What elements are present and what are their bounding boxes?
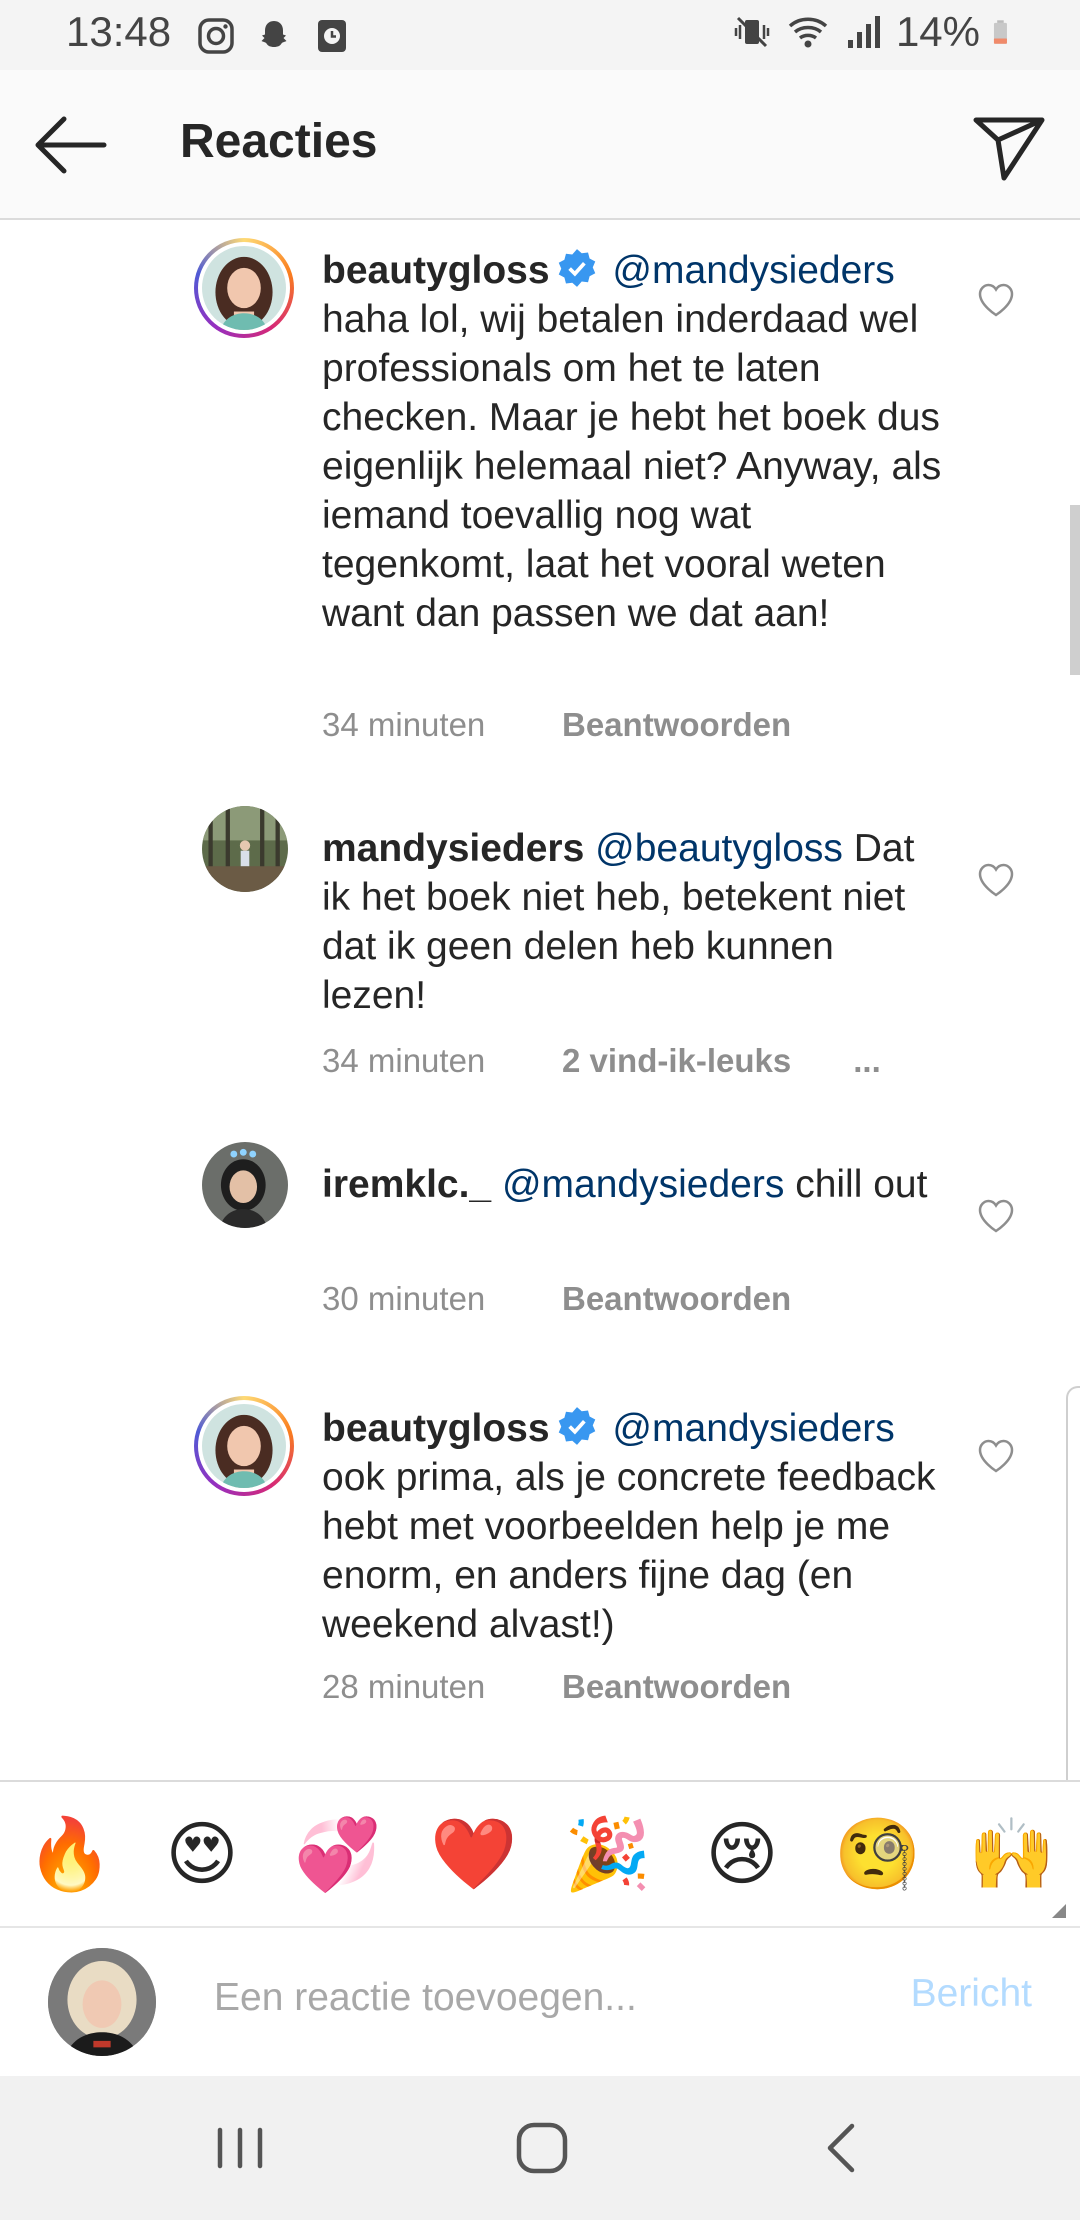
reply-button[interactable]: Beantwoorden xyxy=(562,706,791,744)
comment-text: beautygloss @mandysieders ook prima, als… xyxy=(322,1404,942,1649)
comment-time: 34 minuten xyxy=(322,1042,486,1079)
likes-count[interactable]: 2 vind-ik-leuks xyxy=(562,1042,791,1080)
heart-icon[interactable] xyxy=(976,860,1016,900)
resize-corner-icon xyxy=(1052,1904,1066,1918)
scrollbar[interactable] xyxy=(1070,505,1080,675)
avatar[interactable] xyxy=(202,806,288,892)
comment-mention[interactable]: @mandysieders xyxy=(612,1407,894,1450)
signal-icon xyxy=(847,16,880,48)
profile-photo xyxy=(48,1948,156,2056)
comment-meta: 28 minuten Beantwoorden xyxy=(322,1668,791,1706)
instagram-icon xyxy=(198,18,234,54)
emoji-fire-button[interactable]: 🔥 xyxy=(26,1812,113,1896)
comment-time: 34 minuten xyxy=(322,706,486,743)
comment-username[interactable]: iremklc._ xyxy=(322,1163,491,1206)
emoji-two-hearts-button[interactable]: 💞 xyxy=(294,1812,381,1896)
comment-mention[interactable]: @mandysieders xyxy=(612,249,894,292)
comment-message: chill out xyxy=(795,1163,928,1206)
mute-vibrate-icon xyxy=(734,16,770,48)
comment-text: iremklc._ @mandysieders chill out xyxy=(322,1160,942,1209)
screen: 13:48 14% Reacties beautygloss @mandysie… xyxy=(0,0,1080,2220)
comment-time: 30 minuten xyxy=(322,1280,486,1317)
profile-photo xyxy=(202,1404,286,1488)
page-title: Reacties xyxy=(180,115,378,168)
comment-mention[interactable]: @mandysieders xyxy=(502,1163,784,1206)
comment-meta: 30 minuten Beantwoorden xyxy=(322,1280,791,1318)
verified-badge-icon xyxy=(558,1407,595,1445)
comment-meta: 34 minuten Beantwoorden xyxy=(322,706,791,744)
emoji-party-popper-button[interactable]: 🎉 xyxy=(564,1812,651,1896)
emoji-red-heart-button[interactable]: ❤️ xyxy=(430,1812,517,1896)
emoji-heart-eyes-button[interactable]: 😍 xyxy=(160,1812,244,1896)
comment-meta: 34 minuten 2 vind-ik-leuks ... xyxy=(322,1042,881,1080)
status-notification-icons xyxy=(196,16,352,56)
comment-mention[interactable]: @beautygloss xyxy=(595,827,843,870)
more-options-button[interactable]: ... xyxy=(853,1042,881,1080)
post-button[interactable]: Bericht xyxy=(911,1972,1032,2016)
comment-text: beautygloss @mandysieders haha lol, wij … xyxy=(322,246,942,638)
battery-icon xyxy=(993,20,1007,44)
status-bar: 13:48 14% xyxy=(0,0,1080,70)
comment-input[interactable] xyxy=(214,1968,854,2028)
emoji-raised-hands-button[interactable]: 🙌 xyxy=(968,1812,1055,1896)
comments-list[interactable]: beautygloss @mandysieders haha lol, wij … xyxy=(0,220,1080,1780)
profile-photo xyxy=(202,806,288,892)
battery-percentage: 14% xyxy=(895,8,980,55)
verified-badge-icon xyxy=(558,249,595,287)
back-icon[interactable] xyxy=(808,2112,880,2184)
scroll-handle[interactable] xyxy=(1066,1386,1080,1800)
comment-time: 28 minuten xyxy=(322,1668,486,1705)
snapchat-icon xyxy=(261,21,287,47)
comment-message: haha lol, wij betalen inderdaad wel prof… xyxy=(322,298,942,635)
recent-apps-icon[interactable] xyxy=(204,2112,276,2184)
heart-icon[interactable] xyxy=(976,280,1016,320)
comment-composer: Bericht xyxy=(0,1926,1080,2078)
avatar[interactable] xyxy=(194,1396,294,1496)
emoji-quick-bar: 🔥 😍 💞 ❤️ 🎉 😢 🧐 🙌 xyxy=(0,1780,1080,1928)
avatar[interactable] xyxy=(194,238,294,338)
home-icon[interactable] xyxy=(506,2112,578,2184)
heart-icon[interactable] xyxy=(976,1196,1016,1236)
heart-icon[interactable] xyxy=(976,1436,1016,1476)
comment-text: mandysieders @beautygloss Dat ik het boe… xyxy=(322,824,942,1020)
status-time: 13:48 xyxy=(66,8,172,55)
reply-button[interactable]: Beantwoorden xyxy=(562,1280,791,1318)
comment-username[interactable]: beautygloss xyxy=(322,249,550,292)
profile-photo xyxy=(202,246,286,330)
status-system-icons: 14% xyxy=(732,8,1018,56)
comment-message: ook prima, als je concrete feedback hebt… xyxy=(322,1456,936,1646)
profile-photo xyxy=(202,1142,288,1228)
arrow-left-icon[interactable] xyxy=(30,110,110,180)
current-user-avatar xyxy=(48,1948,156,2056)
comment-username[interactable]: beautygloss xyxy=(322,1407,550,1450)
comment-username[interactable]: mandysieders xyxy=(322,827,584,870)
avatar[interactable] xyxy=(202,1142,288,1228)
paper-plane-icon[interactable] xyxy=(968,106,1048,186)
clock-app-icon xyxy=(318,20,346,52)
emoji-crying-button[interactable]: 😢 xyxy=(700,1812,784,1896)
reply-button[interactable]: Beantwoorden xyxy=(562,1668,791,1706)
comments-header: Reacties xyxy=(0,70,1080,220)
system-navigation-bar xyxy=(0,2076,1080,2220)
emoji-monocle-button[interactable]: 🧐 xyxy=(834,1812,921,1896)
wifi-icon xyxy=(788,17,828,48)
